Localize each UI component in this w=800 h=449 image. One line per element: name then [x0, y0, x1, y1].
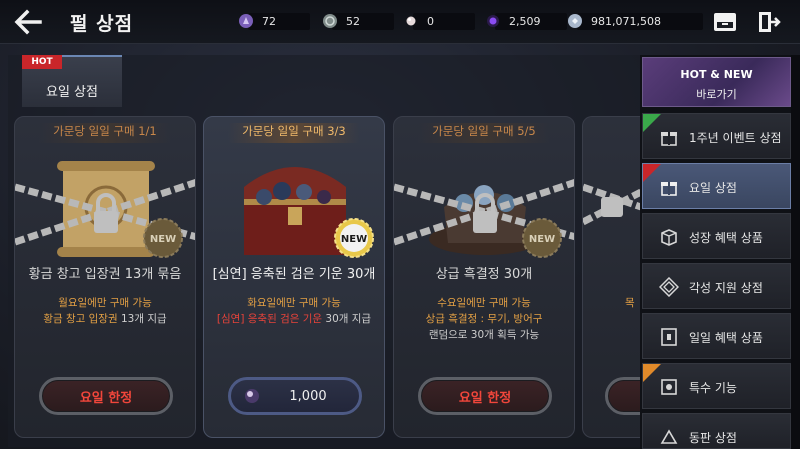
sidebar-item-daily-benefits[interactable]: 일일 혜택 상품 [642, 313, 791, 359]
locked-item-image [583, 183, 640, 226]
gift-icon [661, 132, 677, 146]
purple-crystal-icon [239, 14, 253, 28]
sidebar-item-growth-benefits[interactable]: 성장 혜택 상품 [642, 213, 791, 259]
top-bar: 펄 상점 72 52 0 2,509 981,071,508 [0, 0, 800, 44]
day-limited-button[interactable] [605, 377, 640, 415]
product-availability: 목 [625, 297, 635, 309]
day-limited-button[interactable]: 요일 한정 [418, 377, 552, 415]
price-label: 1,000 [289, 388, 327, 404]
svg-text:NEW: NEW [341, 234, 367, 245]
storage-box-icon[interactable] [712, 10, 738, 34]
product-availability: 월요일에만 구매 가능 [58, 297, 152, 309]
calendar-icon [661, 328, 677, 346]
product-name: 황금 창고 입장권 13개 묶음 [28, 267, 182, 282]
product-availability: 수요일에만 구매 가능 [437, 297, 531, 309]
product-card-2[interactable]: 가문당 일일 구매 3/3 [심연] 응축된 검은 기운 30개 화요일에만 구… [203, 116, 385, 438]
dark-energy-icon [487, 15, 499, 27]
svg-text:NEW: NEW [529, 234, 555, 245]
hot-new-shortcut[interactable]: HOT & NEW 바로가기 [642, 57, 791, 107]
pearl-icon [406, 16, 416, 26]
product-description-extra: 랜덤으로 30개 획득 가능 [428, 329, 540, 341]
sidebar-item-anniversary-shop[interactable]: 1주년 이벤트 상점 [642, 113, 791, 159]
purchase-limit: 가문당 일일 구매 5/5 [432, 124, 536, 138]
emblem-icon [659, 277, 679, 297]
purchase-limit: 가문당 일일 구매 3/3 [242, 124, 346, 138]
product-card-3[interactable]: 가문당 일일 구매 5/5 상급 흑결정 30개 수요일에만 구매 가능 상급 … [393, 116, 575, 438]
product-name: 상급 흑결정 30개 [435, 267, 533, 282]
day-limited-button[interactable]: 요일 한정 [39, 377, 173, 415]
silver-icon [568, 14, 582, 28]
hot-tag: HOT [22, 55, 62, 69]
product-description: [심연] 응축된 검은 기운 30개 지급 [216, 313, 372, 325]
new-badge: NEW [334, 218, 374, 258]
new-badge: NEW [522, 218, 562, 258]
sidebar-item-special-features[interactable]: 특수 기능 [642, 363, 791, 409]
product-card-4[interactable]: 목 [582, 116, 640, 438]
tab-label: 요일 상점 [46, 85, 98, 100]
exit-icon[interactable] [756, 10, 782, 34]
back-arrow-icon[interactable] [10, 6, 50, 38]
currency-purple-crystal: 72 [238, 11, 310, 31]
plate-icon [660, 429, 678, 444]
currency-dark-energy: 2,509 [485, 11, 567, 31]
silver-coin-icon [323, 14, 337, 28]
purchase-limit: 가문당 일일 구매 1/1 [53, 124, 157, 138]
product-name: [심연] 응축된 검은 기운 30개 [212, 267, 376, 282]
sidebar-item-awakening-support[interactable]: 각성 지원 상점 [642, 263, 791, 309]
sidebar-scroll-edge [791, 55, 800, 449]
scroll-icon [661, 379, 677, 395]
product-description: 황금 창고 입장권 13개 지급 [43, 313, 167, 325]
sidebar-item-day-shop[interactable]: 요일 상점 [642, 163, 791, 209]
product-card-1[interactable]: 가문당 일일 구매 1/1 황금 창고 입장권 13개 묶음 월요일에만 구매 … [14, 116, 196, 438]
product-description: 상급 흑결정 : 무기, 방어구 [425, 313, 543, 325]
product-availability: 화요일에만 구매 가능 [247, 297, 341, 309]
currency-pearl: 0 [403, 11, 475, 31]
pearl-icon [245, 389, 260, 403]
currency-silver: 981,071,508 [567, 11, 703, 31]
sidebar-item-copper-shop[interactable]: 동판 상점 [642, 413, 791, 449]
gift-icon [661, 182, 677, 196]
new-badge: NEW [143, 218, 183, 258]
svg-text:NEW: NEW [150, 234, 176, 245]
page-title: 펄 상점 [70, 13, 134, 35]
buy-button[interactable]: 1,000 [228, 377, 362, 415]
box-icon [661, 229, 677, 246]
currency-silver-coin: 52 [322, 11, 394, 31]
